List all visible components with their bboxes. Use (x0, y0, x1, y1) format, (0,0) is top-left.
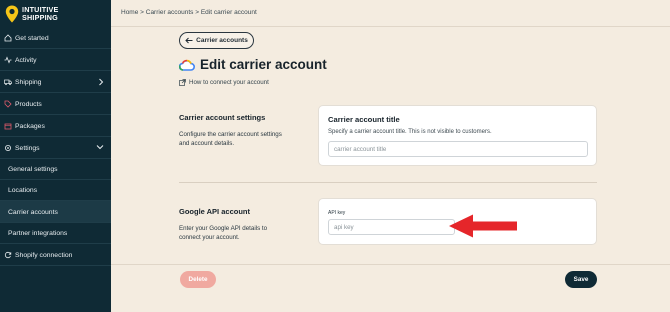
brand-line2: SHIPPING (22, 13, 58, 22)
google-cloud-icon (179, 59, 195, 71)
breadcrumb[interactable]: Home > Carrier accounts > Edit carrier a… (121, 9, 257, 16)
save-button[interactable]: Save (565, 271, 597, 288)
brand-logo[interactable]: INTUITIVE SHIPPING (0, 0, 111, 28)
box-icon (4, 122, 12, 130)
carrier-settings-description: Configure the carrier account settings a… (179, 131, 282, 147)
footer-divider (111, 264, 670, 265)
sidebar-item-label: Activity (15, 56, 37, 64)
sidebar-item-label: General settings (8, 165, 58, 173)
sidebar-item-label: Shipping (15, 78, 42, 86)
google-api-title: Google API account (179, 207, 250, 216)
tag-icon (4, 100, 12, 108)
back-button-label: Carrier accounts (196, 37, 248, 44)
how-to-connect-link[interactable]: How to connect your account (179, 79, 269, 86)
sidebar-item-carrier-accounts[interactable]: Carrier accounts (0, 201, 111, 223)
sidebar-item-products[interactable]: Products (0, 93, 111, 115)
gear-icon (4, 144, 12, 152)
red-arrow-annotation (449, 214, 517, 238)
external-link-icon (179, 79, 186, 86)
sidebar-item-packages[interactable]: Packages (0, 115, 111, 137)
sidebar: INTUITIVE SHIPPING Get started Activity … (0, 0, 111, 312)
location-pin-icon (5, 5, 19, 23)
sidebar-item-label: Shopify connection (15, 251, 73, 259)
activity-icon (4, 56, 12, 64)
carrier-title-help: Specify a carrier account title. This is… (328, 129, 492, 135)
page-title: Edit carrier account (200, 57, 327, 72)
carrier-title-heading: Carrier account title (328, 115, 400, 124)
sidebar-item-label: Packages (15, 122, 45, 130)
google-api-description: Enter your Google API details to connect… (179, 225, 268, 241)
sidebar-item-label: Locations (8, 186, 38, 194)
api-key-label: API key (328, 210, 346, 216)
truck-icon (4, 78, 12, 86)
sidebar-item-label: Settings (15, 144, 40, 152)
sidebar-item-label: Products (15, 100, 42, 108)
sidebar-item-shopify-connection[interactable]: Shopify connection (0, 244, 111, 266)
sidebar-item-partner-integrations[interactable]: Partner integrations (0, 222, 111, 244)
api-key-input[interactable] (328, 219, 455, 235)
sidebar-item-general-settings[interactable]: General settings (0, 158, 111, 180)
chevron-right-icon (99, 78, 104, 86)
sidebar-item-get-started[interactable]: Get started (0, 27, 111, 49)
sidebar-item-shipping[interactable]: Shipping (0, 71, 111, 93)
back-to-carrier-accounts-button[interactable]: Carrier accounts (179, 32, 254, 49)
home-icon (4, 34, 12, 42)
carrier-settings-title: Carrier account settings (179, 113, 266, 122)
sidebar-item-label: Partner integrations (8, 229, 68, 237)
sidebar-item-settings[interactable]: Settings (0, 137, 111, 159)
carrier-account-title-input[interactable] (328, 141, 588, 157)
sidebar-item-activity[interactable]: Activity (0, 49, 111, 71)
delete-button[interactable]: Delete (180, 271, 216, 288)
arrow-left-icon (185, 37, 193, 44)
refresh-icon (4, 251, 12, 259)
sidebar-item-label: Carrier accounts (8, 208, 58, 216)
sidebar-item-locations[interactable]: Locations (0, 179, 111, 201)
how-to-connect-label: How to connect your account (189, 79, 269, 86)
section-divider (179, 182, 597, 183)
page-header: Edit carrier account (179, 57, 327, 72)
chevron-down-icon (96, 145, 104, 150)
sidebar-divider (0, 265, 111, 266)
header-divider (111, 26, 670, 27)
carrier-title-card: Carrier account title Specify a carrier … (318, 105, 597, 166)
sidebar-item-label: Get started (15, 34, 49, 42)
